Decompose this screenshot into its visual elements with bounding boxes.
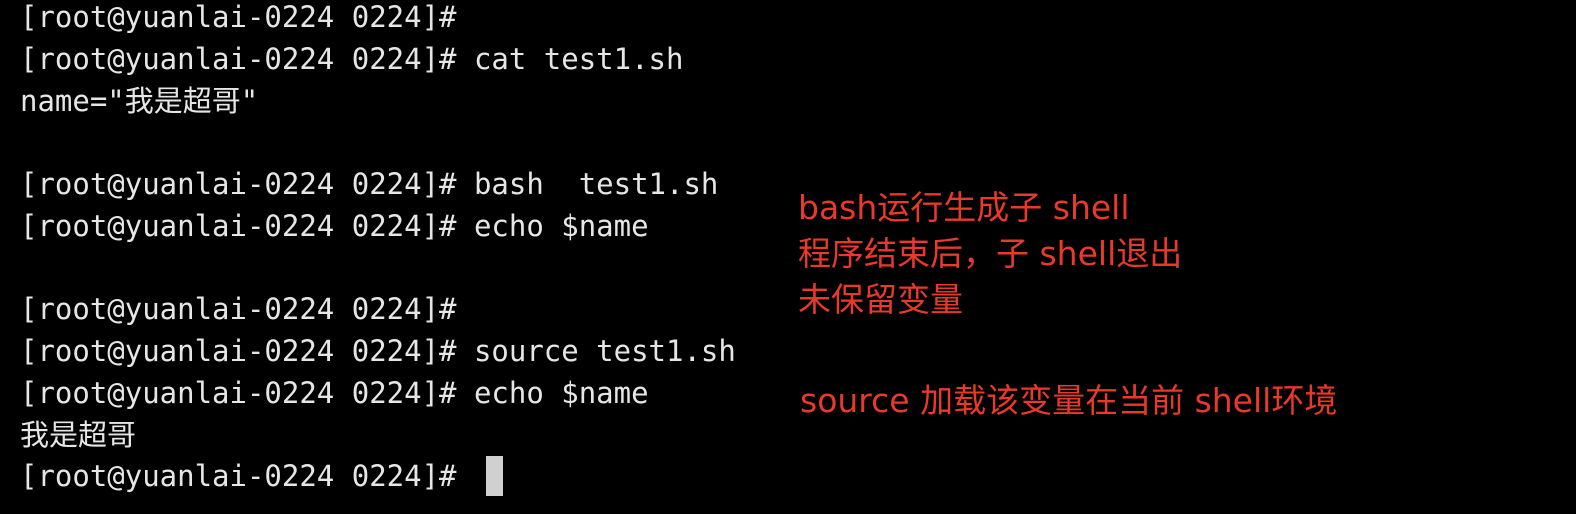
terminal-line: [root@yuanlai-0224 0224]# echo $name [20,376,649,410]
terminal-line: [root@yuanlai-0224 0224]# echo $name [20,209,649,243]
bash-annotation-line-1: bash运行生成子 shell [798,188,1130,227]
bash-annotation-line-3: 未保留变量 [798,280,963,319]
bash-annotation-line-2: 程序结束后，子 shell退出 [798,234,1183,273]
source-annotation: source 加载该变量在当前 shell环境 [800,381,1338,420]
terminal-window[interactable]: [root@yuanlai-0224 0224]# [root@yuanlai-… [0,0,1576,514]
terminal-line: [root@yuanlai-0224 0224]# bash test1.sh [20,167,719,201]
terminal-line: [root@yuanlai-0224 0224]# source test1.s… [20,334,736,368]
terminal-cursor [486,456,503,496]
terminal-line: [root@yuanlai-0224 0224]# [20,292,457,326]
terminal-line: 我是超哥 [20,418,137,452]
terminal-prompt-line[interactable]: [root@yuanlai-0224 0224]# [20,457,474,495]
terminal-line: [root@yuanlai-0224 0224]# cat test1.sh [20,42,684,76]
terminal-line: name="我是超哥" [20,84,259,118]
terminal-line: [root@yuanlai-0224 0224]# [20,0,457,34]
